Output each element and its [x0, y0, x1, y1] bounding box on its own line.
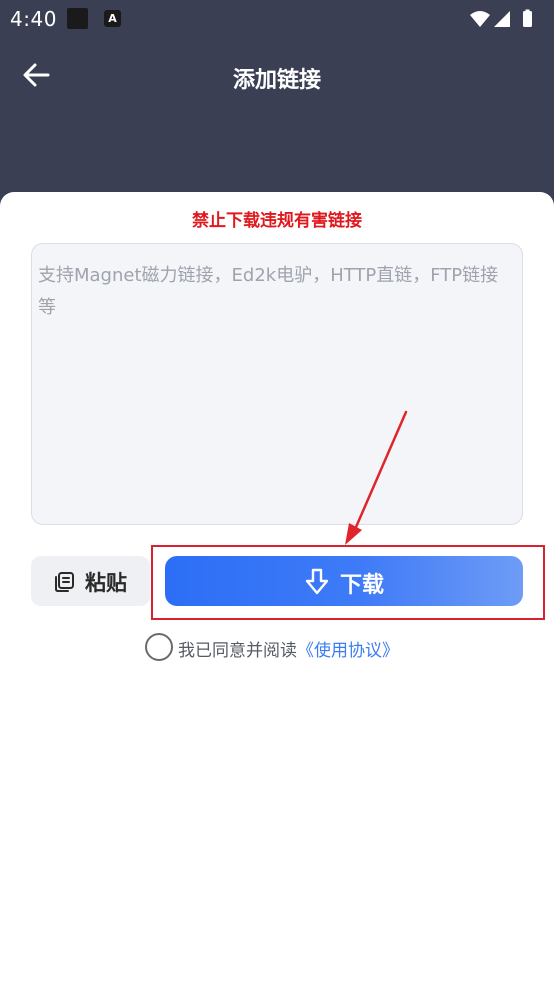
- signal-icon: [494, 11, 510, 27]
- paste-button[interactable]: 粘贴: [31, 556, 150, 606]
- warning-text: 禁止下载违规有害链接: [192, 211, 362, 231]
- paste-button-label: 粘贴: [85, 571, 127, 595]
- terms-link[interactable]: 《使用协议》: [297, 641, 399, 661]
- download-highlight-box: [151, 545, 545, 620]
- agreement-prefix: 我已同意并阅读: [178, 641, 297, 661]
- clipboard-icon: [55, 572, 74, 592]
- wifi-icon: [470, 11, 490, 27]
- status-time: 4:40: [10, 7, 57, 31]
- status-bar: 4:40 A: [0, 0, 554, 40]
- link-input[interactable]: [31, 243, 523, 525]
- page-title: 添加链接: [232, 68, 321, 93]
- app-bar: 添加链接: [0, 40, 554, 116]
- notification-square-icon: [67, 8, 88, 29]
- status-icons: [470, 9, 532, 27]
- add-link-sheet: 禁止下载违规有害链接 粘贴 下载 我已同意并阅读《使用协议》: [0, 192, 554, 984]
- battery-icon: [523, 11, 532, 27]
- agreement-checkbox[interactable]: [145, 633, 173, 661]
- notification-a-icon: A: [104, 10, 121, 27]
- agreement-text: 我已同意并阅读《使用协议》: [178, 636, 399, 661]
